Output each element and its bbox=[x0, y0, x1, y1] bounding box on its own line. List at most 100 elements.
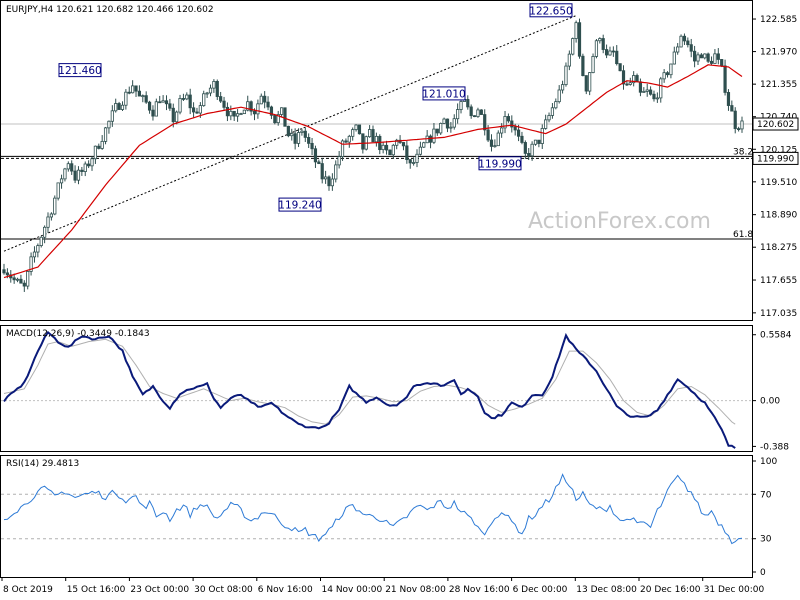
candle-body bbox=[574, 22, 578, 39]
candle-body bbox=[405, 145, 409, 161]
current-price-label: 120.602 bbox=[757, 120, 794, 130]
candle bbox=[594, 39, 599, 59]
candle-body bbox=[659, 78, 663, 99]
candle-body bbox=[489, 139, 494, 147]
candle-body bbox=[46, 216, 50, 228]
candle-body bbox=[76, 169, 81, 181]
candle-body bbox=[608, 50, 612, 56]
candle-body bbox=[208, 87, 213, 94]
candle-body bbox=[22, 282, 26, 287]
candle-body bbox=[26, 271, 30, 287]
rsi-pane bbox=[0, 455, 753, 578]
main-y-tick-label: 122.585 bbox=[760, 15, 797, 25]
candle-body bbox=[131, 85, 135, 94]
candle-body bbox=[242, 109, 246, 115]
annotation-label: 121.460 bbox=[58, 65, 101, 77]
candle-body bbox=[53, 197, 57, 215]
candle-body bbox=[527, 153, 531, 157]
candle-body bbox=[235, 113, 240, 117]
candle-body bbox=[493, 145, 497, 148]
x-tick-label: 30 Oct 08:00 bbox=[194, 585, 253, 595]
candle-body bbox=[381, 144, 385, 151]
candle-body bbox=[676, 46, 680, 53]
candle-body bbox=[12, 277, 16, 281]
candle-body bbox=[618, 63, 622, 72]
candle-body bbox=[510, 120, 514, 128]
candle-body bbox=[191, 107, 196, 113]
candle-body bbox=[720, 59, 724, 67]
candle-body bbox=[181, 98, 186, 100]
candle bbox=[472, 115, 477, 118]
candle-body bbox=[202, 93, 206, 107]
candle-body bbox=[32, 251, 37, 258]
candle-body bbox=[310, 142, 314, 150]
candle bbox=[496, 130, 500, 147]
main-y-tick-label: 121.355 bbox=[760, 80, 797, 90]
candle-body bbox=[642, 91, 646, 93]
candle-body bbox=[442, 118, 446, 124]
candle-body bbox=[93, 145, 98, 160]
candle-body bbox=[584, 75, 588, 92]
candle-body bbox=[151, 109, 155, 117]
candle-body bbox=[154, 101, 158, 117]
candle-body bbox=[100, 140, 104, 149]
candle-body bbox=[601, 38, 605, 50]
macd-y-tick-label: 0.00 bbox=[760, 397, 780, 407]
candle-body bbox=[337, 156, 341, 166]
candle-body bbox=[313, 148, 318, 163]
annotation-121-460: 121.460 bbox=[58, 63, 102, 78]
x-tick-label: 15 Oct 16:00 bbox=[67, 585, 126, 595]
main-y-tick-label: 121.970 bbox=[760, 48, 797, 58]
candle-body bbox=[544, 119, 548, 129]
rsi-y-tick-label: 100 bbox=[760, 457, 777, 467]
macd-pane bbox=[0, 325, 753, 452]
candle-body bbox=[598, 38, 602, 42]
candle-body bbox=[479, 109, 483, 115]
candle-body bbox=[73, 170, 77, 181]
macd-y-tick-label: -0.388 bbox=[760, 442, 789, 452]
candle-body bbox=[286, 125, 290, 137]
candle-body bbox=[168, 103, 172, 109]
candle-body bbox=[726, 92, 731, 106]
candle-body bbox=[483, 114, 487, 131]
candle-body bbox=[164, 100, 169, 105]
annotation-119-240: 119.240 bbox=[278, 197, 322, 212]
candle-body bbox=[161, 100, 165, 103]
candle-body bbox=[571, 38, 575, 55]
candle-body bbox=[638, 81, 643, 93]
candle-body bbox=[428, 135, 433, 143]
candle-body bbox=[19, 278, 23, 284]
candle-body bbox=[740, 120, 744, 130]
candle-body bbox=[611, 50, 615, 53]
candle-body bbox=[80, 169, 84, 172]
candle-body bbox=[408, 159, 412, 164]
watermark: ActionForex.com bbox=[528, 209, 711, 234]
candle bbox=[286, 125, 290, 138]
candle-body bbox=[171, 107, 175, 123]
main-y-tick-label: 118.275 bbox=[760, 243, 797, 253]
candle bbox=[581, 53, 585, 77]
candle bbox=[103, 126, 108, 145]
candle-body bbox=[279, 107, 284, 115]
candle-body bbox=[290, 133, 294, 137]
candle-body bbox=[141, 95, 145, 98]
macd-header: MACD(12,26,9) -0.3449 -0.1843 bbox=[6, 329, 150, 339]
candle-body bbox=[97, 145, 101, 149]
candle-body bbox=[137, 90, 142, 97]
candle-body bbox=[49, 213, 53, 218]
candle-body bbox=[696, 54, 700, 62]
candle-body bbox=[452, 118, 456, 128]
candle-body bbox=[66, 163, 70, 170]
candle-body bbox=[540, 128, 544, 144]
candle bbox=[388, 149, 392, 156]
candle-body bbox=[652, 93, 656, 100]
candle-body bbox=[103, 127, 108, 142]
candle-body bbox=[567, 53, 571, 67]
candle-body bbox=[733, 110, 737, 130]
rsi-y-tick-label: 0 bbox=[760, 568, 766, 578]
candle-body bbox=[459, 101, 463, 110]
candle-body bbox=[418, 146, 422, 155]
candle-body bbox=[198, 105, 202, 114]
candle-body bbox=[188, 94, 192, 109]
candle-body bbox=[554, 101, 558, 109]
